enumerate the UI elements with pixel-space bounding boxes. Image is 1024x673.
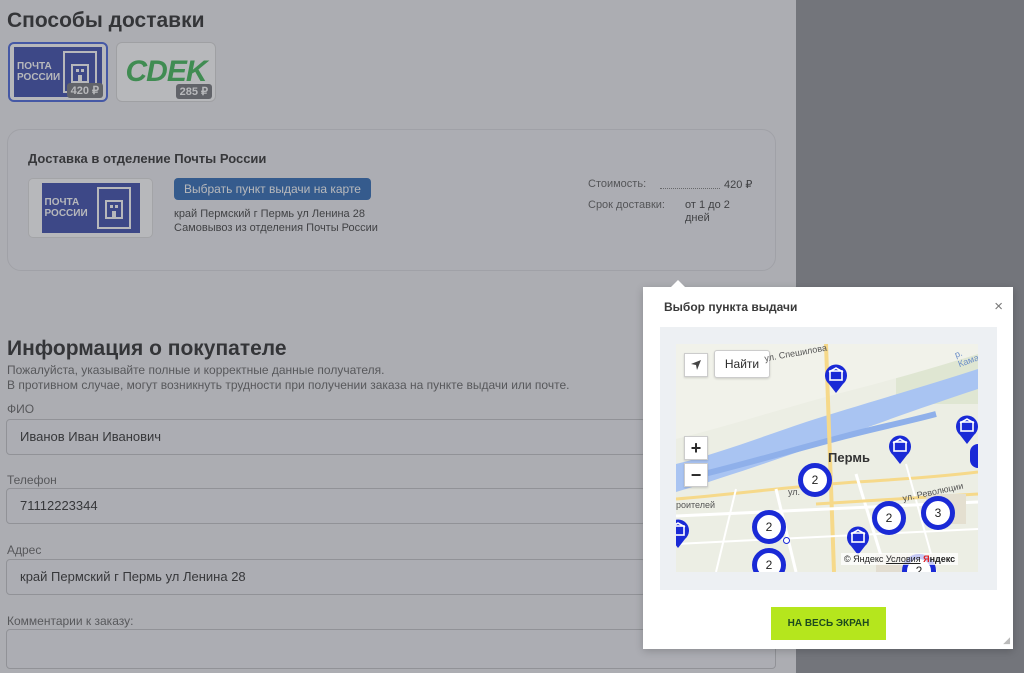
map-find-button[interactable]: Найти [714,350,770,378]
fullscreen-button[interactable]: НА ВЕСЬ ЭКРАН [771,607,886,640]
map-street-label: роителей [676,500,716,510]
yandex-map[interactable]: Найти + − Пермь ул. Спешилова ул. Револю… [676,344,978,572]
map-attribution: © Яндекс Условия Яндекс [841,553,959,565]
yandex-logo-rest: ндекс [929,554,956,564]
close-icon[interactable]: × [994,298,1003,315]
pickup-pin-icon[interactable] [824,364,848,399]
map-terms-link[interactable]: Условия [886,554,921,564]
map-cluster[interactable]: 2 [798,463,832,497]
map-frame: Найти + − Пермь ул. Спешилова ул. Револю… [660,327,997,590]
locate-icon[interactable] [684,353,708,377]
pickup-point-modal: Выбор пункта выдачи × Найти + − Пермь ул… [643,287,1013,649]
location-marker-icon [783,537,790,544]
map-city-label: Пермь [828,450,870,465]
pickup-pin-icon[interactable] [970,444,978,468]
map-cluster[interactable]: 3 [921,496,955,530]
resize-grip-icon[interactable]: ◢ [1003,635,1010,646]
map-cluster[interactable]: 2 [752,510,786,544]
modal-pointer [670,280,686,288]
zoom-in-button[interactable]: + [684,436,708,460]
map-cluster[interactable]: 2 [872,501,906,535]
modal-title: Выбор пункта выдачи [664,300,798,314]
pickup-pin-icon[interactable] [888,435,912,470]
map-street-label: ул. [788,487,801,497]
zoom-out-button[interactable]: − [684,463,708,487]
pickup-pin-icon[interactable] [676,519,690,554]
